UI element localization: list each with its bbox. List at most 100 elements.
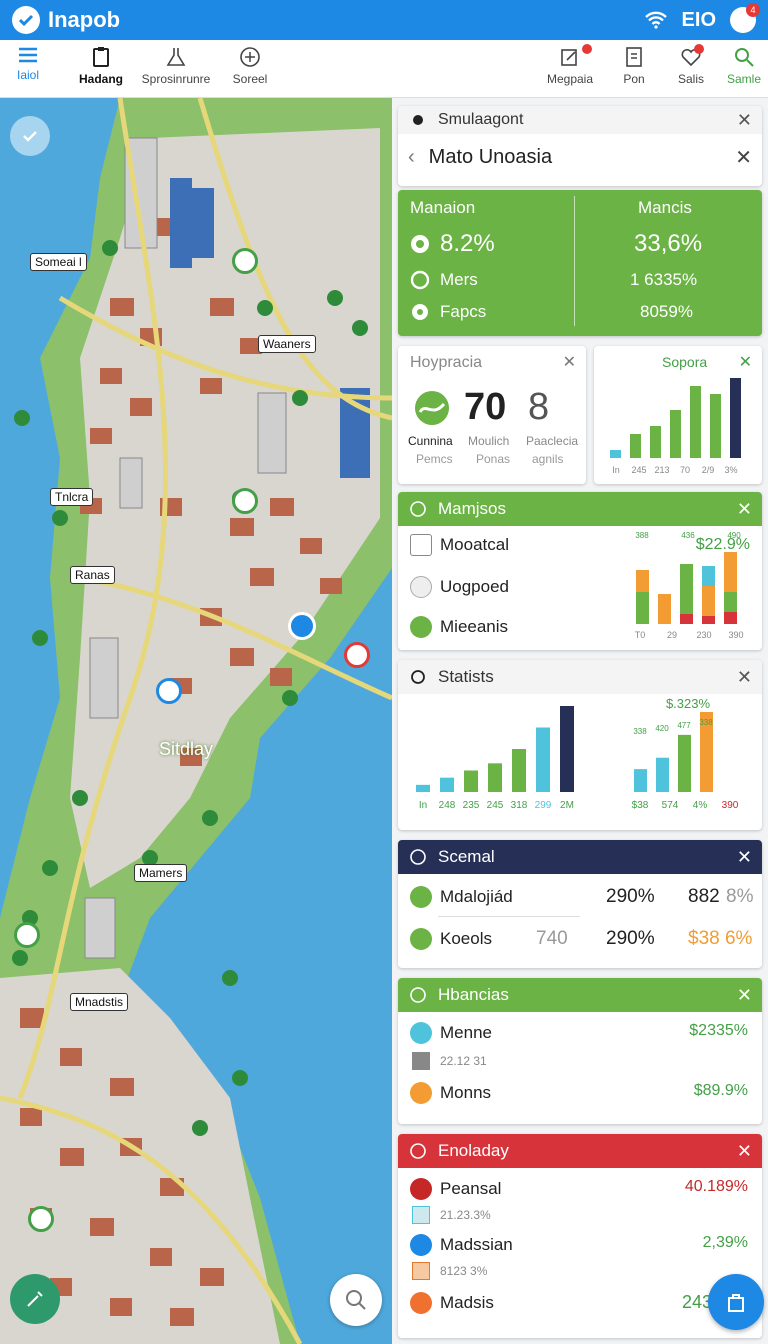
bar-segment (636, 592, 649, 624)
bar (464, 770, 478, 792)
close-icon[interactable]: ✕ (563, 352, 576, 372)
tab-pon[interactable]: Pon (620, 46, 648, 86)
list-item[interactable]: Monns (410, 1082, 491, 1104)
grid-icon (412, 1206, 430, 1224)
gauge-icon (415, 391, 449, 425)
map-label[interactable]: Waaners (258, 335, 316, 353)
tick-label: In (419, 800, 427, 811)
tick-label: 390 (722, 800, 739, 811)
hbancias-card: Hbancias ✕ Menne $2335% 22.12 31 Monns $… (398, 978, 762, 1124)
bar-segment (724, 592, 737, 612)
locate-button[interactable] (10, 116, 50, 156)
data-label: 420 (655, 724, 669, 733)
map-search-button[interactable] (330, 1274, 382, 1326)
wifi-icon (644, 11, 667, 29)
list-item[interactable]: Koeols (410, 928, 492, 950)
gauge-card: Hoypracia ✕ 70 8 Cunnina Moulich Paaclec… (398, 346, 586, 484)
close-icon[interactable]: ✕ (737, 1141, 752, 1162)
toolbar: Iaiol Hadang Sprosinrunre Soreel Megpaia… (0, 40, 768, 98)
globe-icon (408, 1141, 428, 1161)
divider (574, 196, 575, 326)
list-item[interactable]: Mooatcal (410, 534, 509, 556)
tick-label: 213 (654, 465, 669, 475)
list-item[interactable]: Menne (410, 1022, 492, 1044)
map-pin[interactable] (232, 488, 258, 514)
clipboard-icon (93, 47, 109, 67)
close-icon[interactable]: ✕ (737, 847, 752, 868)
statists-card: Statists ✕ In 248 235 245 318 299 2M $.323% $38 5… (398, 660, 762, 830)
bar (634, 769, 647, 792)
tick-label: 29 (667, 630, 677, 640)
bag-icon (728, 1294, 744, 1312)
menu-button[interactable]: Iaiol (12, 46, 44, 82)
map-label: Sitdlay (159, 739, 214, 759)
edit-button[interactable] (10, 1274, 60, 1324)
list-item[interactable]: Uogpoed (410, 576, 509, 598)
list-item[interactable]: Madsis (410, 1292, 494, 1314)
tick-label: 4% (693, 800, 708, 811)
map-pin[interactable] (28, 1206, 54, 1232)
close-icon[interactable]: ✕ (737, 667, 752, 688)
tick-label: 390 (728, 630, 743, 640)
grid-icon (412, 1262, 430, 1280)
bar (670, 410, 681, 458)
tick-label: 2/9 (702, 465, 715, 475)
divider (438, 916, 580, 917)
close-icon[interactable]: ✕ (737, 499, 752, 520)
globe-icon (408, 499, 428, 519)
search-input[interactable]: ‹ Mato Unoasia ✕ (398, 134, 762, 180)
map-view[interactable]: Someai l Waaners Tnlcra Ranas Sitdlay Ma… (0, 98, 392, 1344)
marker-icon (410, 928, 432, 950)
signal-label: EIO (681, 8, 716, 31)
alert-dot (694, 44, 704, 54)
clear-icon[interactable]: ✕ (735, 145, 752, 170)
app-logo-icon[interactable] (12, 6, 40, 34)
tab-hadang[interactable]: Hadang (76, 46, 126, 86)
map-pin[interactable] (288, 612, 316, 640)
tab-soreel[interactable]: Soreel (228, 46, 272, 86)
bar-segment (724, 612, 737, 624)
avatar[interactable]: 4 (730, 3, 760, 33)
bar (656, 757, 669, 792)
cart-button[interactable] (708, 1274, 764, 1330)
tab-samle[interactable]: Samle (726, 46, 762, 86)
tick-label: 299 (535, 800, 552, 811)
close-icon[interactable]: ✕ (737, 985, 752, 1006)
list-item[interactable]: Madssian (410, 1234, 513, 1256)
tab-sprosinrunre[interactable]: Sprosinrunre (140, 46, 212, 86)
tick-label: 245 (487, 800, 504, 811)
list-item[interactable]: Peansal (410, 1178, 501, 1200)
box-icon (410, 534, 432, 556)
bar (536, 727, 550, 792)
bar-segment (680, 614, 693, 624)
tab-salis[interactable]: Salis (676, 44, 706, 86)
bar (710, 394, 721, 458)
map-label[interactable]: Someai l (30, 253, 87, 271)
tab-megpaia[interactable]: Megpaia (546, 44, 594, 86)
pin-icon (411, 235, 429, 253)
tick-label: 245 (631, 465, 646, 475)
list-item[interactable]: Mdalojiád (410, 886, 513, 908)
map-pin[interactable] (14, 922, 40, 948)
notification-badge: 4 (746, 3, 760, 17)
compass-icon (240, 47, 260, 67)
map-pin[interactable] (344, 642, 370, 668)
map-label[interactable]: Mnadstis (70, 993, 129, 1011)
bar (630, 434, 641, 458)
tick-label: 70 (680, 465, 690, 475)
flame-icon (410, 1082, 432, 1104)
map-label[interactable]: Mamers (134, 864, 188, 882)
data-label: 477 (677, 721, 691, 730)
globe-icon (408, 985, 428, 1005)
map-pin[interactable] (156, 678, 182, 704)
export-icon (561, 49, 577, 66)
close-icon[interactable]: ✕ (737, 110, 752, 131)
list-item[interactable]: Mieeanis (410, 616, 508, 638)
map-label[interactable]: Ranas (70, 566, 115, 584)
back-icon[interactable]: ‹ (408, 146, 415, 169)
bar-segment (702, 586, 715, 616)
tick-label: 3% (724, 465, 737, 475)
bar-segment (658, 594, 671, 624)
map-label[interactable]: Tnlcra (50, 488, 94, 506)
map-pin[interactable] (232, 248, 258, 274)
